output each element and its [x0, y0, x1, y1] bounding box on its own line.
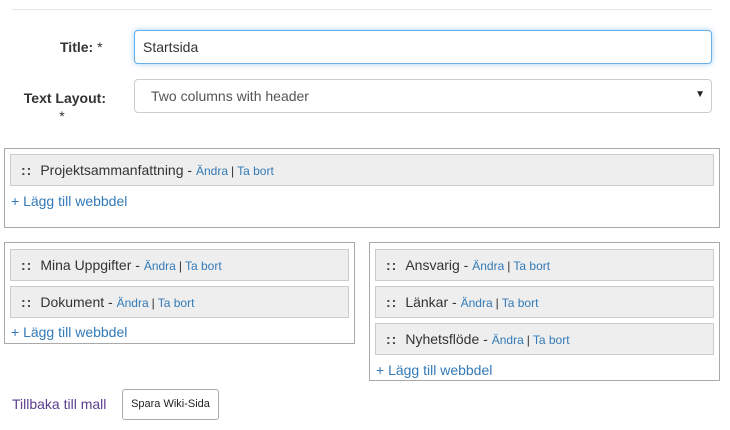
edit-link[interactable]: Ändra: [144, 259, 176, 273]
text-layout-label: Text Layout: *: [18, 89, 106, 125]
webpart-title: Dokument: [40, 294, 105, 310]
edit-link[interactable]: Ändra: [196, 164, 228, 178]
add-webpart-link[interactable]: + Lägg till webbdel: [376, 362, 492, 378]
webpart-dokument[interactable]: :: Dokument - Ändra | Ta bort: [10, 286, 349, 318]
text-layout-selected-value: Two columns with header: [151, 88, 309, 104]
webpart-title: Nyhetsflöde: [405, 331, 480, 347]
remove-link[interactable]: Ta bort: [502, 296, 539, 310]
remove-link[interactable]: Ta bort: [158, 296, 195, 310]
text-layout-required-marker: *: [59, 108, 65, 124]
remove-link[interactable]: Ta bort: [513, 259, 550, 273]
webpart-projektsammanfattning[interactable]: :: Projektsammanfattning - Ändra | Ta bort: [10, 154, 714, 186]
add-webpart-link[interactable]: + Lägg till webbdel: [11, 193, 127, 209]
edit-link[interactable]: Ändra: [472, 259, 504, 273]
webpart-title: Ansvarig: [405, 257, 460, 273]
header-zone: :: Projektsammanfattning - Ändra | Ta bort …: [4, 148, 720, 228]
remove-link[interactable]: Ta bort: [185, 259, 222, 273]
chevron-down-icon: ▼: [695, 89, 705, 100]
webpart-nyhetsflode[interactable]: :: Nyhetsflöde - Ändra | Ta bort: [375, 323, 714, 355]
title-label: Title: *: [60, 39, 103, 55]
title-input[interactable]: [134, 30, 712, 64]
left-column-zone: :: Mina Uppgifter - Ändra | Ta bort :: Dokum…: [4, 242, 355, 344]
webpart-title: Projektsammanfattning: [40, 162, 184, 178]
webpart-lankar[interactable]: :: Länkar - Ändra | Ta bort: [375, 286, 714, 318]
webpart-title: Mina Uppgifter: [40, 257, 132, 273]
drag-handle-icon[interactable]: ::: [386, 331, 397, 347]
back-to-template-link[interactable]: Tillbaka till mall: [12, 396, 106, 412]
save-wiki-page-button[interactable]: Spara Wiki-Sida: [122, 389, 219, 420]
edit-link[interactable]: Ändra: [117, 296, 149, 310]
webpart-ansvarig[interactable]: :: Ansvarig - Ändra | Ta bort: [375, 249, 714, 281]
add-webpart-link[interactable]: + Lägg till webbdel: [11, 324, 127, 340]
webpart-title: Länkar: [405, 294, 449, 310]
drag-handle-icon[interactable]: ::: [386, 294, 397, 310]
drag-handle-icon[interactable]: ::: [21, 294, 32, 310]
text-layout-select[interactable]: Two columns with header ▼: [134, 79, 712, 113]
remove-link[interactable]: Ta bort: [237, 164, 274, 178]
edit-link[interactable]: Ändra: [461, 296, 493, 310]
drag-handle-icon[interactable]: ::: [386, 257, 397, 273]
drag-handle-icon[interactable]: ::: [21, 162, 32, 178]
remove-link[interactable]: Ta bort: [533, 333, 570, 347]
edit-link[interactable]: Ändra: [492, 333, 524, 347]
webpart-mina-uppgifter[interactable]: :: Mina Uppgifter - Ändra | Ta bort: [10, 249, 349, 281]
top-divider: [12, 9, 712, 10]
right-column-zone: :: Ansvarig - Ändra | Ta bort :: Länkar - Än…: [369, 242, 720, 381]
title-required-marker: *: [97, 39, 103, 55]
drag-handle-icon[interactable]: ::: [21, 257, 32, 273]
